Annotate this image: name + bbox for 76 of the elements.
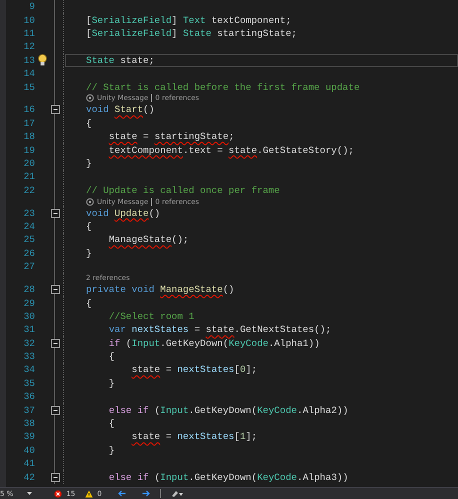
line-number: 31: [22, 324, 35, 336]
line-number: 14: [22, 68, 35, 80]
line-number: 42: [22, 472, 35, 483]
lightbulb-icon[interactable]: [38, 54, 46, 66]
line-number: 15: [22, 82, 35, 93]
collapse-icon[interactable]: [50, 285, 60, 294]
code-line: void Start(): [86, 103, 154, 116]
code-line: state = nextStates[0];: [130, 363, 258, 376]
line-number: 10: [22, 14, 35, 26]
code-line: }: [86, 156, 92, 170]
line-number: 27: [22, 261, 35, 272]
line-number: 24: [22, 221, 35, 232]
line-number: 13: [22, 54, 35, 66]
code-line: ManageState();: [108, 233, 189, 246]
line-number: 35: [22, 378, 35, 389]
collapse-icon[interactable]: [50, 208, 60, 218]
line-number: 16: [22, 104, 35, 116]
line-number: 28: [22, 284, 35, 296]
forward-arrow-icon[interactable]: [142, 490, 150, 497]
line-number: 23: [22, 208, 35, 219]
warning-icon[interactable]: [85, 490, 94, 498]
code-line: {: [86, 296, 92, 310]
line-number: 41: [22, 458, 35, 470]
line-number: 29: [22, 298, 35, 308]
collapse-icon[interactable]: [50, 338, 60, 348]
line-number: 33: [22, 351, 35, 362]
code-line: [SerializeField] State startingState;: [86, 26, 297, 40]
code-line: state = startingState;: [108, 130, 234, 144]
unity-icon: [86, 94, 94, 102]
code-line: [SerializeField] Text textComponent;: [86, 14, 292, 27]
code-line: {: [108, 417, 115, 430]
code-line: private void ManageState(): [86, 283, 234, 296]
code-line: {: [108, 350, 115, 364]
line-number: 37: [22, 404, 35, 416]
code-line: textComponent.text = state.GetStateStory();: [108, 144, 354, 157]
line-number: 32: [22, 338, 35, 349]
line-number: 19: [22, 144, 35, 156]
unity-icon: [86, 198, 94, 206]
code-line: var nextStates = state.GetNextStates();: [108, 323, 332, 336]
code-line: else if (Input.GetKeyDown(KeyCode.Alpha3)): [108, 470, 348, 484]
code-line: else if (Input.GetKeyDown(KeyCode.Alpha2)): [108, 404, 348, 417]
code-line: // Start is called before the first frame update: [86, 80, 360, 94]
line-number: 21: [22, 171, 35, 182]
line-number: 17: [22, 118, 35, 129]
line-number: 30: [22, 310, 35, 322]
line-number: 38: [22, 418, 35, 430]
code-line: }: [108, 376, 115, 390]
line-number: 11: [22, 28, 35, 39]
code-line: State state;: [86, 54, 154, 67]
back-arrow-icon[interactable]: [118, 490, 126, 497]
line-number: 18: [22, 131, 35, 142]
line-number: 22: [22, 184, 35, 196]
line-number: 36: [22, 391, 35, 402]
line-number: 40: [22, 444, 35, 456]
line-number: 25: [22, 234, 35, 246]
code-line: if (Input.GetKeyDown(KeyCode.Alpha1)): [108, 336, 320, 350]
line-number: 34: [22, 364, 35, 376]
collapse-icon[interactable]: [50, 105, 60, 114]
code-line: }: [86, 246, 92, 260]
line-number: 12: [22, 41, 35, 52]
error-icon[interactable]: [54, 490, 62, 498]
code-line: }: [108, 444, 115, 457]
line-number: 20: [22, 158, 35, 169]
collapse-icon[interactable]: [50, 406, 60, 415]
line-number: 39: [22, 431, 35, 442]
code-line: // Update is called once per frame: [86, 184, 280, 197]
brush-icon[interactable]: [170, 490, 183, 498]
line-number: 26: [22, 248, 35, 259]
line-number: 9: [28, 1, 35, 12]
code-line: {: [86, 116, 92, 130]
code-line: void Update(): [86, 206, 160, 220]
code-line: //Select room 1: [108, 310, 194, 323]
dropdown-caret-icon[interactable]: [27, 492, 32, 495]
code-line: state = nextStates[1];: [130, 430, 258, 444]
collapse-icon[interactable]: [50, 472, 60, 482]
code-line: {: [86, 220, 92, 234]
